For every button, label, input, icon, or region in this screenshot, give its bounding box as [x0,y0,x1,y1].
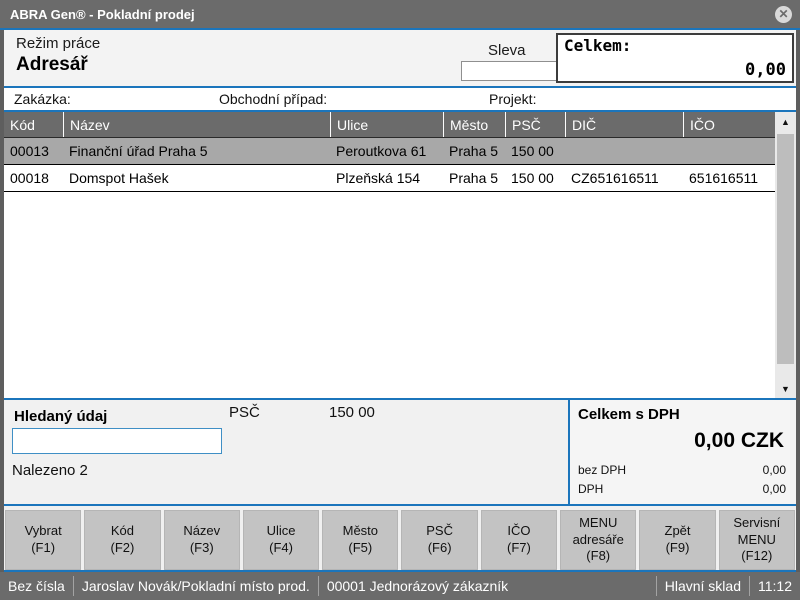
function-button-bar: Vybrat(F1) Kód(F2) Název(F3) Ulice(F4) M… [4,510,796,570]
search-pane: Hledaný údaj PSČ 150 00 Nalezeno 2 [4,400,568,504]
ico-f7-button[interactable]: IČO(F7) [481,510,557,570]
totals-row-bez-dph: bez DPH 0,00 [578,461,786,480]
vertical-scrollbar[interactable]: ▲ ▼ [775,112,796,398]
ulice-f4-button[interactable]: Ulice(F4) [243,510,319,570]
status-warehouse: Hlavní sklad [657,578,749,594]
cell-nazev: Finanční úřad Praha 5 [63,138,330,164]
kod-f2-button[interactable]: Kód(F2) [84,510,160,570]
cell-mesto: Praha 5 [443,165,505,191]
totals-value: 0,00 [763,461,786,480]
status-doc-number: Bez čísla [0,578,73,594]
discount-label: Sleva [488,42,526,59]
column-header-psc[interactable]: PSČ [505,112,565,137]
address-book-table: Kód Název Ulice Město PSČ DIČ IČO 00013 … [4,112,796,398]
cell-kod: 00013 [4,138,63,164]
grid: Kód Název Ulice Město PSČ DIČ IČO 00013 … [4,112,775,398]
cell-kod: 00018 [4,165,63,191]
nazev-f3-button[interactable]: Název(F3) [164,510,240,570]
window-content: Režim práce Adresář Sleva Celkem: 0,00 Z… [0,30,800,572]
table-row[interactable]: 00013 Finanční úřad Praha 5 Peroutkova 6… [4,138,775,165]
project-label: Projekt: [489,91,536,107]
column-header-ulice[interactable]: Ulice [330,112,443,137]
statusbar: Bez čísla Jaroslav Novák/Pokladní místo … [0,572,800,600]
grid-empty-area [4,192,775,398]
search-input[interactable] [12,428,222,454]
psc-f6-button[interactable]: PSČ(F6) [401,510,477,570]
table-row[interactable]: 00018 Domspot Hašek Plzeňská 154 Praha 5… [4,165,775,192]
scroll-up-icon[interactable]: ▲ [775,112,796,131]
close-icon[interactable]: ✕ [775,6,792,23]
scrollbar-thumb[interactable] [777,134,794,364]
window-title: ABRA Gen® - Pokladní prodej [10,7,195,22]
cell-nazev: Domspot Hašek [63,165,330,191]
totals-value: 0,00 [763,480,786,499]
discount-input[interactable] [461,61,557,81]
search-column-value: 150 00 [329,404,375,421]
top-panel: Režim práce Adresář Sleva Celkem: 0,00 [4,30,796,86]
work-mode-value: Adresář [16,54,100,76]
context-row: Zakázka: Obchodní případ: Projekt: [4,88,796,110]
column-header-mesto[interactable]: Město [443,112,505,137]
cell-dic: CZ651616511 [565,165,683,191]
mesto-f5-button[interactable]: Město(F5) [322,510,398,570]
column-header-dic[interactable]: DIČ [565,112,683,137]
cell-ico [683,138,775,164]
total-display: Celkem: 0,00 [556,33,794,83]
work-mode-block: Režim práce Adresář [16,35,100,76]
cell-psc: 150 00 [505,138,565,164]
vybrat-f1-button[interactable]: Vybrat(F1) [5,510,81,570]
zpet-f9-button[interactable]: Zpět(F9) [639,510,715,570]
total-label: Celkem: [564,36,786,55]
totals-title: Celkem s DPH [578,406,786,423]
bottom-panel: Hledaný údaj PSČ 150 00 Nalezeno 2 Celke… [4,400,796,504]
cell-psc: 150 00 [505,165,565,191]
cell-ico: 651616511 [683,165,775,191]
cell-ulice: Peroutkova 61 [330,138,443,164]
titlebar: ABRA Gen® - Pokladní prodej ✕ [0,0,800,28]
status-operator: Jaroslav Novák/Pokladní místo prod. [74,578,318,594]
grid-header: Kód Název Ulice Město PSČ DIČ IČO [4,112,775,138]
search-column-label: PSČ [229,404,260,421]
cell-dic [565,138,683,164]
totals-grand-total: 0,00 CZK [578,429,784,453]
app-window: ABRA Gen® - Pokladní prodej ✕ Režim prác… [0,0,800,600]
column-header-nazev[interactable]: Název [63,112,330,137]
cell-mesto: Praha 5 [443,138,505,164]
search-label: Hledaný údaj [14,408,107,425]
cell-ulice: Plzeňská 154 [330,165,443,191]
menu-adresare-f8-button[interactable]: MENU adresáře(F8) [560,510,636,570]
column-header-kod[interactable]: Kód [4,112,63,137]
column-header-ico[interactable]: IČO [683,112,775,137]
status-customer: 00001 Jednorázový zákazník [319,578,516,594]
order-label: Zakázka: [14,91,71,107]
servisni-menu-f12-button[interactable]: Servisní MENU(F12) [719,510,795,570]
total-value: 0,00 [564,60,786,80]
totals-label: DPH [578,480,603,499]
totals-row-dph: DPH 0,00 [578,480,786,499]
scrollbar-track[interactable] [775,131,796,379]
scroll-down-icon[interactable]: ▼ [775,379,796,398]
work-mode-label: Režim práce [16,35,100,52]
found-count: Nalezeno 2 [12,462,88,479]
totals-label: bez DPH [578,461,626,480]
totals-pane: Celkem s DPH 0,00 CZK bez DPH 0,00 DPH 0… [570,400,796,504]
business-case-label: Obchodní případ: [219,91,327,107]
status-time: 11:12 [750,578,800,594]
